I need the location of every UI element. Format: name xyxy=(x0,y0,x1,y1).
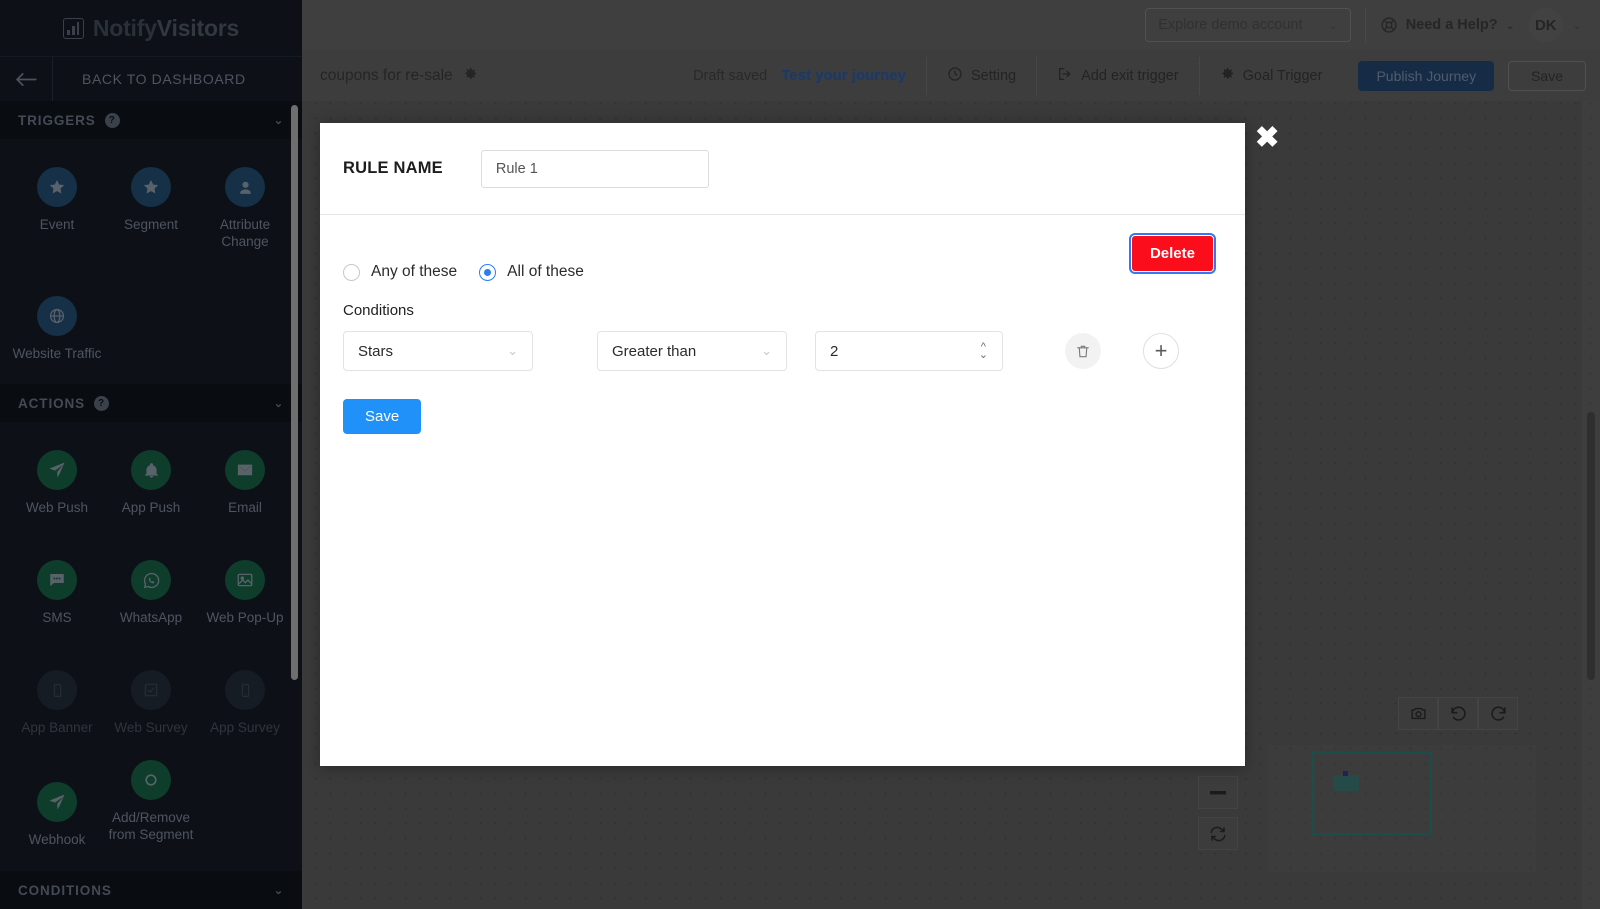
condition-row: Stars ⌄ Greater than ⌄ 2 ^ ⌄ + xyxy=(343,331,1222,371)
sidebar-item-web-push[interactable]: Web Push xyxy=(10,444,104,528)
sidebar-item-label: WhatsApp xyxy=(119,610,183,625)
radio-label: All of these xyxy=(507,263,584,280)
stepper-arrows-icon[interactable]: ^ ⌄ xyxy=(979,342,988,361)
sidebar-item-webhook[interactable]: Webhook xyxy=(10,776,104,860)
actions-grid: Web Push App Push Email SMS WhatsApp Web… xyxy=(0,422,302,870)
chevron-down-icon: ⌄ xyxy=(761,343,772,358)
mobile-icon xyxy=(37,670,77,710)
sidebar-item-web-popup[interactable]: Web Pop-Up xyxy=(198,554,292,638)
sidebar-item-segment[interactable]: Segment xyxy=(104,161,198,262)
back-to-dashboard[interactable]: BACK TO DASHBOARD xyxy=(0,56,302,101)
conditions-heading: Conditions xyxy=(343,302,414,319)
bell-icon xyxy=(131,450,171,490)
condition-operator-select[interactable]: Greater than ⌄ xyxy=(597,331,787,371)
sidebar-item-label: Event xyxy=(39,217,75,232)
sidebar-item-add-remove-segment[interactable]: Add/Remove from Segment xyxy=(104,754,198,860)
radio-button[interactable] xyxy=(343,263,360,281)
left-sidebar: NotifyVisitors BACK TO DASHBOARD TRIGGER… xyxy=(0,0,302,909)
rule-name-input[interactable] xyxy=(480,149,709,188)
chat-bubble-icon xyxy=(37,560,77,600)
triggers-grid: Event Segment Attribute Change Website T… xyxy=(0,139,302,384)
checkbox-icon xyxy=(131,670,171,710)
chevron-down-icon: ⌄ xyxy=(273,884,284,897)
sidebar-item-label: App Banner xyxy=(21,720,93,735)
sidebar-section-conditions[interactable]: CONDITIONS ⌄ xyxy=(0,871,302,909)
delete-button[interactable]: Delete xyxy=(1128,233,1217,274)
modal-header: RULE NAME xyxy=(320,123,1245,215)
condition-attribute-select[interactable]: Stars ⌄ xyxy=(343,331,533,371)
envelope-icon xyxy=(225,450,265,490)
help-icon[interactable]: ? xyxy=(104,112,120,128)
sidebar-item-label: Web Survey xyxy=(114,720,188,735)
conditions-label: CONDITIONS xyxy=(18,882,112,898)
match-type-radio-group: Any of these All of these xyxy=(343,263,1222,281)
modal-body: Delete Any of these All of these Conditi… xyxy=(320,215,1245,434)
chevron-down-icon: ⌄ xyxy=(273,397,284,410)
arrow-left-icon xyxy=(0,72,52,87)
close-icon[interactable]: ✖ xyxy=(1255,124,1279,153)
app-logo: NotifyVisitors xyxy=(0,0,302,56)
sidebar-item-label: Webhook xyxy=(28,832,86,847)
sidebar-item-event[interactable]: Event xyxy=(10,161,104,262)
delete-condition-button[interactable] xyxy=(1065,333,1101,369)
sidebar-item-app-push[interactable]: App Push xyxy=(104,444,198,528)
paper-plane-icon xyxy=(37,782,77,822)
condition-operator-value: Greater than xyxy=(612,342,697,360)
sidebar-section-actions[interactable]: ACTIONS ? ⌄ xyxy=(0,384,302,422)
sidebar-item-attribute-change[interactable]: Attribute Change xyxy=(198,161,292,262)
user-icon xyxy=(225,167,265,207)
sidebar-item-label: Web Pop-Up xyxy=(206,610,284,625)
sidebar-section-triggers[interactable]: TRIGGERS ? ⌄ xyxy=(0,101,302,139)
sidebar-item-app-banner[interactable]: App Banner xyxy=(10,664,104,748)
sidebar-item-label: Website Traffic xyxy=(12,346,102,361)
logo-secondary: Visitors xyxy=(156,14,240,41)
sidebar-item-label: Add/Remove from Segment xyxy=(108,810,194,842)
sidebar-item-label: Email xyxy=(228,500,262,515)
sidebar-item-sms[interactable]: SMS xyxy=(10,554,104,638)
star-icon xyxy=(37,167,77,207)
sidebar-item-label: Segment xyxy=(123,217,179,232)
logo-primary: Notify xyxy=(92,14,157,41)
help-icon[interactable]: ? xyxy=(94,395,110,411)
sidebar-item-email[interactable]: Email xyxy=(198,444,292,528)
sidebar-item-label: App Survey xyxy=(210,720,280,735)
globe-icon xyxy=(37,296,77,336)
sidebar-scrollbar[interactable] xyxy=(291,105,298,680)
sidebar-item-label: SMS xyxy=(42,610,72,625)
paper-plane-icon xyxy=(37,450,77,490)
mobile-icon xyxy=(225,670,265,710)
condition-value: 2 xyxy=(830,342,839,360)
sidebar-item-app-survey[interactable]: App Survey xyxy=(198,664,292,748)
actions-label: ACTIONS xyxy=(18,395,86,411)
rule-editor-modal: RULE NAME Delete Any of these All of the… xyxy=(320,123,1245,766)
sidebar-item-label: Attribute Change xyxy=(219,217,271,249)
radio-button-selected[interactable] xyxy=(479,263,497,281)
radio-all-of-these[interactable]: All of these xyxy=(479,263,584,281)
condition-attribute-value: Stars xyxy=(358,342,394,360)
circle-icon xyxy=(131,760,171,800)
sidebar-item-whatsapp[interactable]: WhatsApp xyxy=(104,554,198,638)
save-rule-button[interactable]: Save xyxy=(343,399,422,434)
whatsapp-icon xyxy=(131,560,171,600)
add-condition-button[interactable]: + xyxy=(1143,333,1179,369)
chart-logo-icon xyxy=(62,17,84,39)
chevron-down-icon: ⌄ xyxy=(273,114,284,127)
back-to-dashboard-label: BACK TO DASHBOARD xyxy=(52,57,302,101)
condition-value-stepper[interactable]: 2 ^ ⌄ xyxy=(815,331,1003,371)
sidebar-item-label: Web Push xyxy=(25,500,89,515)
chevron-down-icon: ⌄ xyxy=(507,343,518,358)
image-icon xyxy=(225,560,265,600)
radio-label: Any of these xyxy=(371,263,458,280)
sidebar-item-label: App Push xyxy=(121,500,181,515)
rule-name-label: RULE NAME xyxy=(343,159,443,177)
radio-any-of-these[interactable]: Any of these xyxy=(343,263,457,281)
sidebar-item-website-traffic[interactable]: Website Traffic xyxy=(10,290,104,374)
triggers-label: TRIGGERS xyxy=(18,112,96,128)
sidebar-item-web-survey[interactable]: Web Survey xyxy=(104,664,198,748)
star-icon xyxy=(131,167,171,207)
